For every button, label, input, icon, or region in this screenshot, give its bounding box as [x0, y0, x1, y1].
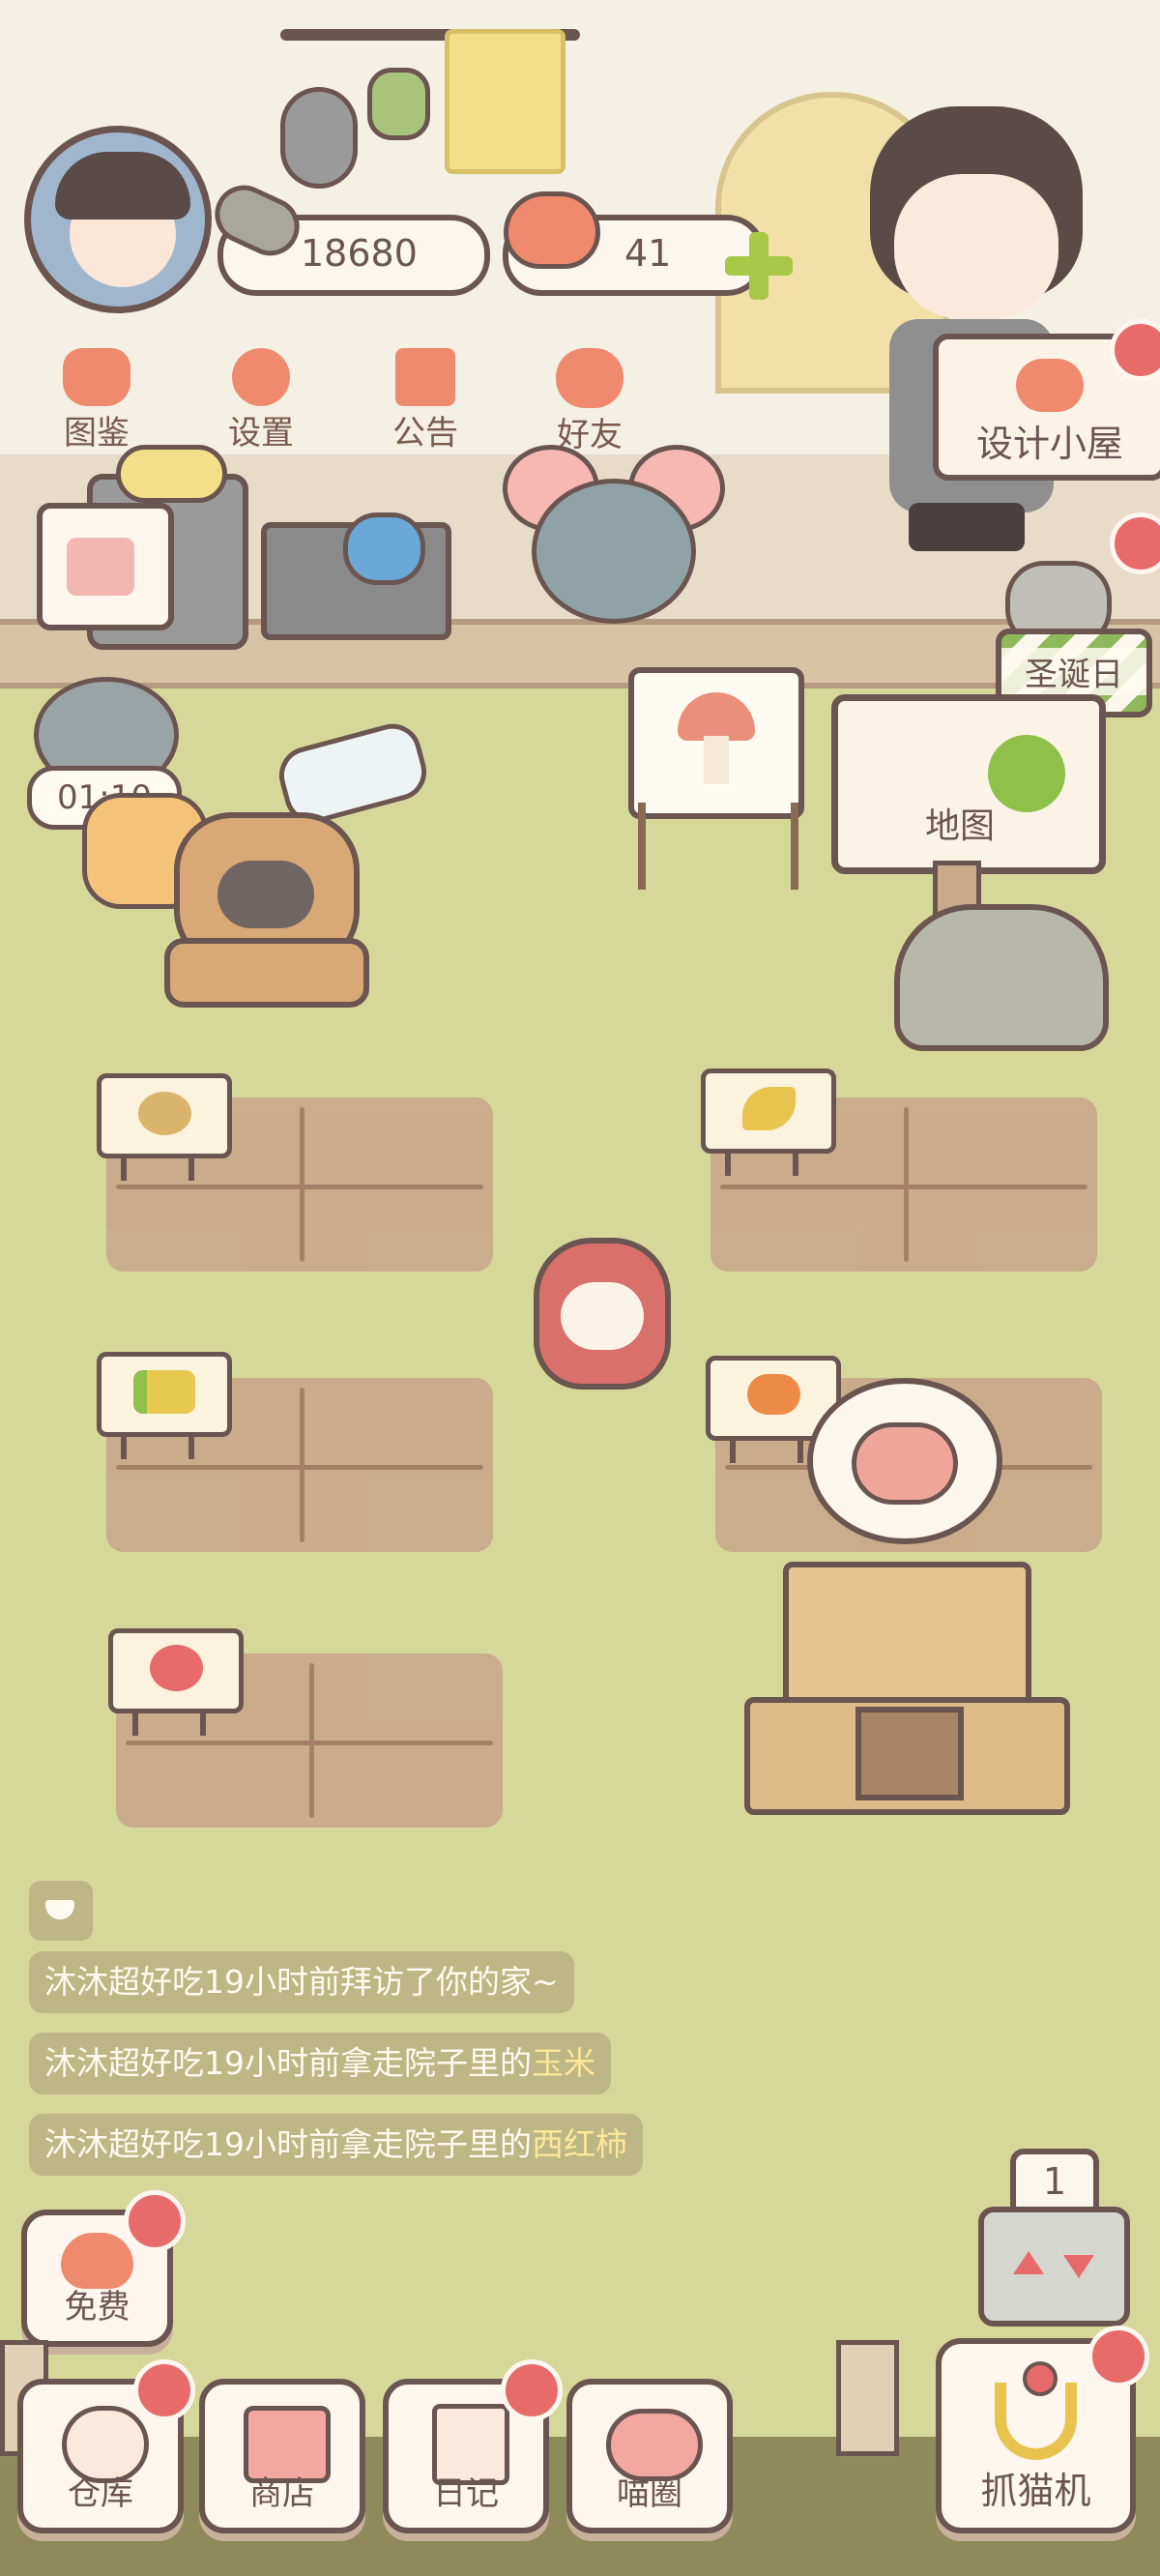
- menu-tujian[interactable]: 图鉴: [48, 348, 145, 464]
- heart-icon: [504, 191, 600, 269]
- ladle-icon: [280, 87, 358, 189]
- mouse-character[interactable]: [503, 445, 725, 624]
- fish-count: 18680: [301, 232, 418, 275]
- diary-badge: [501, 2359, 563, 2421]
- design-house-icon: [1016, 359, 1084, 412]
- sign-corn: [97, 1352, 232, 1459]
- elevator-button[interactable]: [978, 2207, 1130, 2327]
- menu-announcement[interactable]: 公告: [377, 348, 474, 464]
- potato-icon: [137, 1092, 191, 1135]
- free-badge: [124, 2190, 186, 2252]
- pig-face-icon: [852, 1422, 958, 1505]
- activity-message: 沐沐超好吃19小时前拿走院子里的玉米: [29, 2033, 611, 2094]
- easel-painting[interactable]: [628, 667, 804, 819]
- easel-legs: [638, 803, 798, 890]
- owner-character[interactable]: [851, 97, 1112, 561]
- mitten-icon: [367, 68, 430, 140]
- menu-settings[interactable]: 设置: [213, 348, 309, 464]
- wheat-icon: [741, 1087, 796, 1130]
- claw-machine-badge: [1088, 2326, 1149, 2387]
- gear-icon: [232, 348, 290, 406]
- sign-potato: [97, 1073, 232, 1181]
- map-button[interactable]: 地图: [831, 694, 1106, 874]
- collapse-chat-button[interactable]: [29, 1881, 93, 1941]
- activity-message: 沐沐超好吃19小时前拿走院子里的西红柿: [29, 2114, 643, 2176]
- nav-cat-circle[interactable]: 喵圈: [566, 2379, 733, 2533]
- gift-icon: [395, 348, 455, 406]
- kettle-icon: [343, 512, 425, 585]
- clover-icon: [988, 735, 1065, 812]
- player-avatar[interactable]: [24, 126, 212, 313]
- tomato-icon: [149, 1645, 203, 1691]
- sign-tomato: [108, 1628, 244, 1736]
- cat-book-icon: [63, 348, 130, 406]
- add-heart-button[interactable]: [725, 232, 793, 300]
- carrot-icon: [746, 1374, 800, 1415]
- warehouse-badge: [133, 2359, 195, 2421]
- chevron-down-icon: [45, 1900, 74, 1919]
- pot-icon: [116, 445, 227, 503]
- fish-counter[interactable]: 18680: [205, 175, 490, 296]
- notepad-button[interactable]: [37, 503, 174, 630]
- towel-icon: [445, 29, 566, 174]
- pug-character[interactable]: [145, 812, 387, 1008]
- mushroom-icon: [678, 692, 755, 741]
- daruma-character[interactable]: [534, 1238, 671, 1390]
- nav-shop[interactable]: 商店: [199, 2379, 365, 2533]
- game-scene: 18680 41 图鉴 设置 公告 好友 设计小屋 圣诞日 地图 沐沐超好吃19…: [0, 0, 1160, 2576]
- friends-icon: [556, 348, 624, 408]
- sign-wheat: [701, 1068, 836, 1176]
- pencil-icon: [67, 538, 134, 596]
- cardboard-box-house[interactable]: [744, 1562, 1070, 1815]
- activity-message: 沐沐超好吃19小时前拜访了你的家~: [29, 1951, 574, 2013]
- pig-speech-bubble[interactable]: [807, 1378, 1002, 1544]
- rock: [894, 904, 1109, 1051]
- elevator-up-icon: [1013, 2251, 1044, 2274]
- heart-count: 41: [624, 232, 672, 275]
- elevator-down-icon: [1063, 2255, 1094, 2278]
- fence-post-right: [836, 2340, 899, 2456]
- corn-icon: [133, 1370, 195, 1414]
